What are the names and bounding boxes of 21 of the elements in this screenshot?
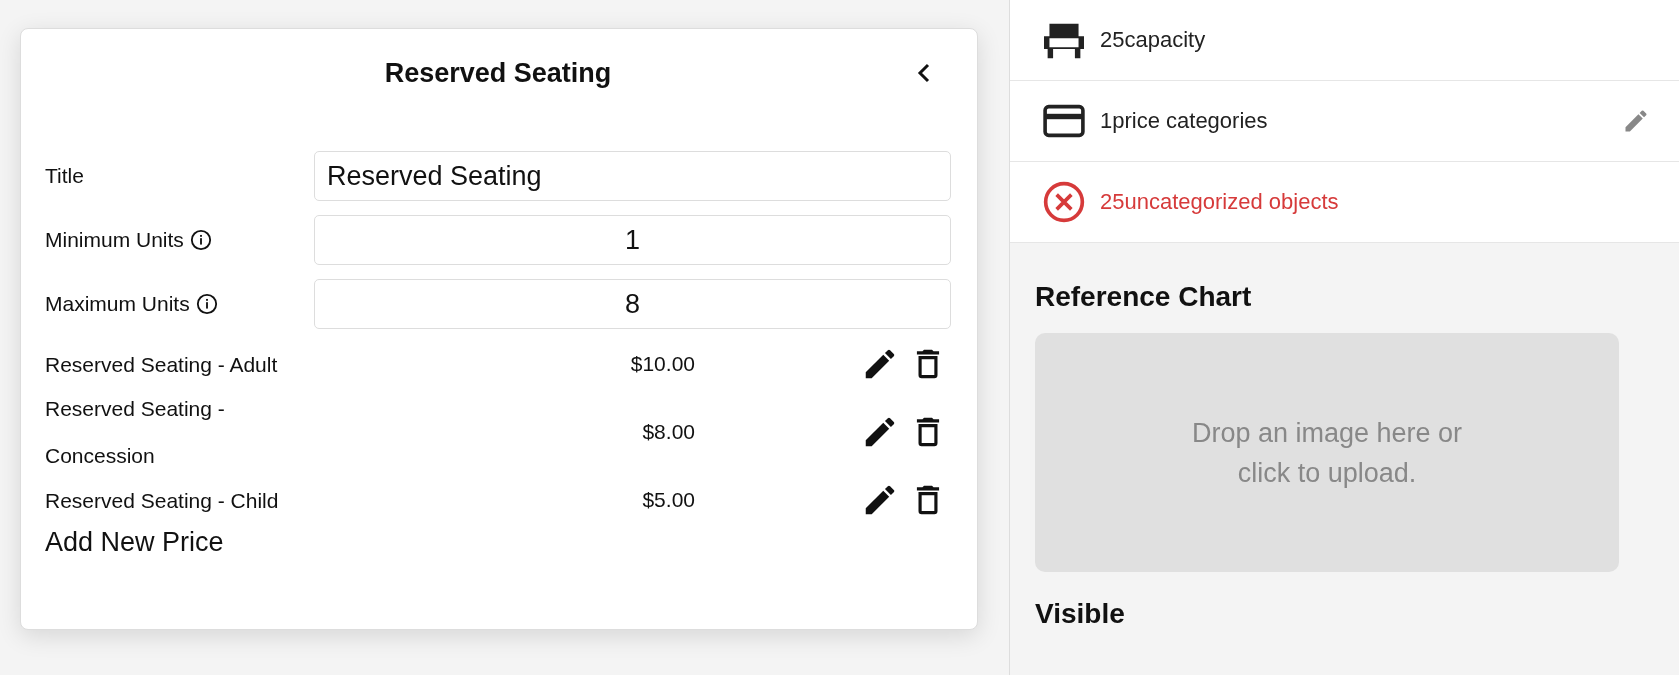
error-icon — [1042, 180, 1086, 224]
price-name: Reserved Seating - Adult — [45, 351, 279, 378]
section-heading: Reference Chart — [1035, 281, 1253, 313]
price-amount: $10.00 — [629, 352, 695, 376]
price-name: Reserved Seating - Child — [45, 487, 280, 514]
field-label: Minimum Units — [45, 228, 184, 252]
summary-text: 25capacity — [1100, 27, 1207, 53]
price-amount: $8.00 — [641, 420, 695, 444]
field-label: Maximum Units — [45, 292, 190, 316]
credit-card-icon — [1042, 103, 1086, 139]
add-price-button[interactable]: Add New Price — [45, 527, 224, 558]
input-field[interactable]: 8 — [314, 279, 951, 329]
summary-text: 25uncategorized objects — [1100, 189, 1340, 215]
price-amount: $5.00 — [641, 488, 695, 512]
input-field[interactable]: 1 — [314, 215, 951, 265]
dialog-title: Reserved Seating — [384, 57, 612, 89]
price-name: Reserved Seating - Concession — [45, 396, 226, 469]
summary-text: 1price categories — [1100, 108, 1269, 134]
section-heading: Visible — [1035, 598, 1126, 630]
input-field[interactable]: Reserved Seating — [314, 151, 951, 201]
field-label: Title — [45, 164, 84, 188]
